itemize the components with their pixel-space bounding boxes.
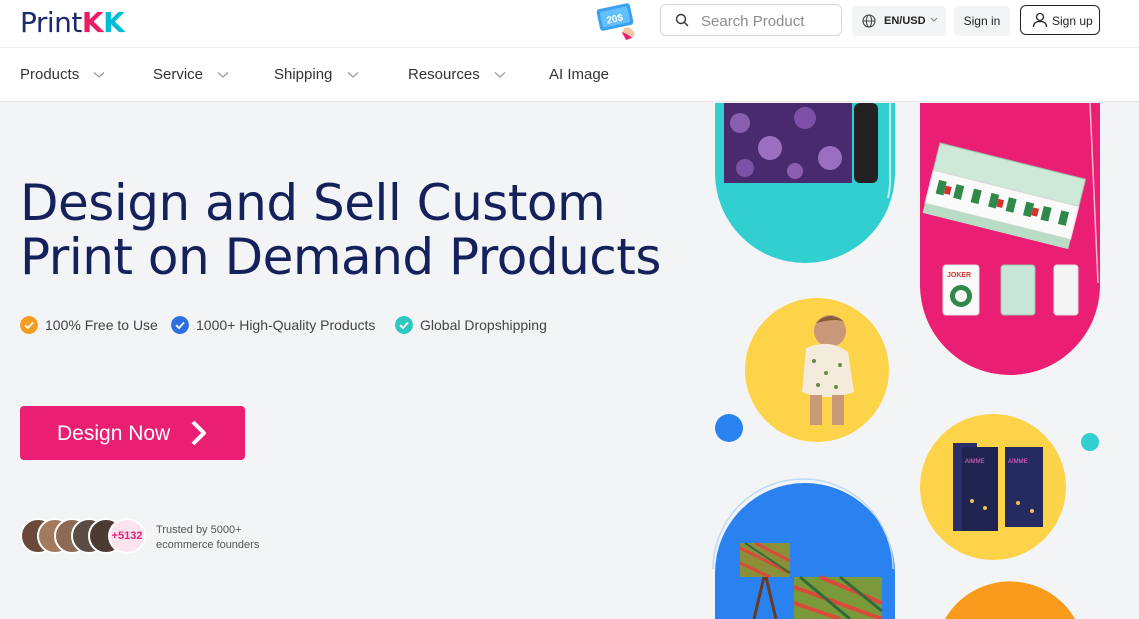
search-input[interactable]: Search Product <box>701 13 804 30</box>
nav-item-service[interactable]: Service <box>153 66 229 83</box>
hero-headline: Design and Sell Custom Print on Demand P… <box>20 176 700 284</box>
mahjong-jade-tile <box>1000 264 1036 316</box>
teal-dot <box>1081 433 1099 451</box>
chevron-down-icon <box>494 72 506 78</box>
neon-panels: AIMME AIMME <box>953 443 1043 531</box>
user-icon <box>1032 12 1048 28</box>
plaid-pillow <box>793 575 883 619</box>
nav-item-label: Service <box>153 66 204 83</box>
nav-item-label: Resources <box>408 66 480 83</box>
sign-in-button[interactable]: Sign in <box>954 6 1010 36</box>
logo-k2: K <box>103 6 125 39</box>
main-nav: Products Service Shipping Resources AI I… <box>0 48 1139 102</box>
chevron-right-icon <box>191 420 206 446</box>
chevron-down-icon <box>930 17 938 22</box>
search-icon <box>675 13 689 27</box>
design-now-label: Design Now <box>57 422 171 445</box>
feature-label: 100% Free to Use <box>45 317 158 333</box>
nav-item-shipping[interactable]: Shipping <box>274 66 359 83</box>
design-now-button[interactable]: Design Now <box>20 406 245 460</box>
blue-dot <box>715 414 743 442</box>
coupon-badge[interactable]: 20$ <box>596 2 640 40</box>
headline-line-1: Design and Sell Custom <box>20 174 606 232</box>
sign-in-label: Sign in <box>963 14 1001 28</box>
nav-item-label: AI Image <box>549 66 610 83</box>
top-bar: PrintKK 20$ Search Product EN/USD Sign i… <box>0 0 1139 48</box>
nav-item-products[interactable]: Products <box>20 66 105 83</box>
headline-line-2: Print on Demand Products <box>20 228 661 286</box>
product-collage: JOKER AIMME AIMME <box>700 103 1139 619</box>
trusted-line-1: Trusted by 5000+ <box>156 524 242 536</box>
neon-text-2: AIMME <box>1008 459 1028 465</box>
nav-item-resources[interactable]: Resources <box>408 66 506 83</box>
nav-item-ai-image[interactable]: AI Image <box>549 66 609 83</box>
toddler-outfit <box>802 343 854 397</box>
chevron-down-icon <box>93 72 105 78</box>
logo[interactable]: PrintKK <box>20 6 125 39</box>
feature-label: Global Dropshipping <box>420 317 547 333</box>
logo-text: Print <box>20 6 82 39</box>
search-box[interactable]: Search Product <box>660 4 842 36</box>
collage-art: JOKER AIMME AIMME <box>712 103 1100 619</box>
orange-shape <box>945 581 1075 619</box>
avatar-count: +5132 <box>108 518 146 554</box>
nav-item-label: Shipping <box>274 66 333 83</box>
chevron-down-icon <box>217 72 229 78</box>
sign-up-label: Sign up <box>1052 14 1093 28</box>
mahjong-side-tile <box>1053 264 1079 316</box>
check-circle-icon <box>20 316 38 334</box>
neon-text-1: AIMME <box>965 459 985 465</box>
language-label: EN/USD <box>884 15 926 27</box>
logo-k1: K <box>81 6 104 39</box>
avatar-stack: +5132 <box>20 518 150 554</box>
check-circle-icon <box>171 316 189 334</box>
feature-label: 1000+ High-Quality Products <box>196 317 376 333</box>
avatar-count-label: +5132 <box>111 530 143 542</box>
check-circle-icon <box>395 316 413 334</box>
globe-icon <box>862 14 876 28</box>
umbrella-handle <box>854 103 878 183</box>
chevron-down-icon <box>347 72 358 78</box>
nav-item-label: Products <box>20 66 80 83</box>
trusted-text: Trusted by 5000+ ecommerce founders <box>156 523 259 553</box>
language-selector[interactable]: EN/USD <box>852 6 946 36</box>
coupon-icon: 20$ <box>596 3 635 40</box>
sign-up-button[interactable]: Sign up <box>1020 5 1100 35</box>
trusted-line-2: ecommerce founders <box>156 539 260 551</box>
joker-tile-text: JOKER <box>947 272 971 279</box>
